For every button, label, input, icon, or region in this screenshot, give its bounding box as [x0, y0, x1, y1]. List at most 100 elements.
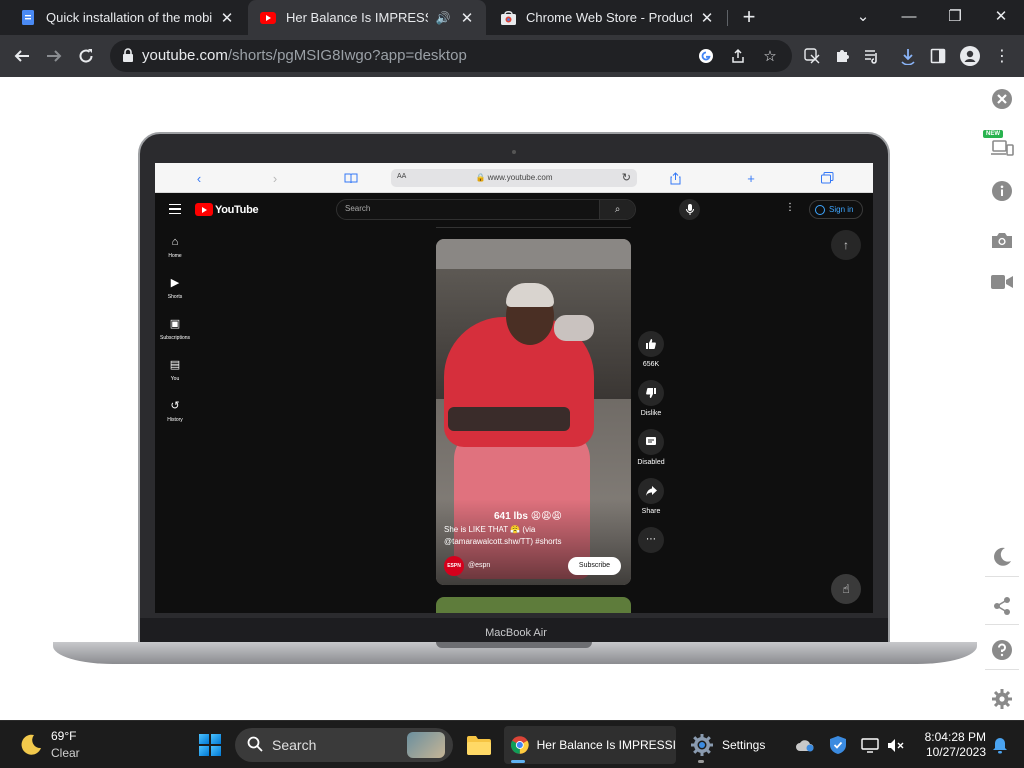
side-panel-icon[interactable]	[924, 42, 952, 70]
more-options-icon[interactable]: ⋮	[785, 202, 795, 213]
chrome-menu-icon[interactable]: ⋮	[988, 42, 1016, 70]
more-actions-button[interactable]: ⋯	[633, 527, 669, 553]
close-window-button[interactable]: ✕	[978, 0, 1024, 32]
weather-condition[interactable]: Clear	[51, 746, 80, 760]
forward-button[interactable]	[40, 42, 68, 70]
share-button[interactable]: Share	[633, 478, 669, 515]
tab-close-icon[interactable]: ✕	[458, 9, 476, 27]
minimize-button[interactable]: —	[886, 0, 932, 32]
settings-icon[interactable]	[990, 687, 1014, 711]
share-page-icon[interactable]	[728, 46, 748, 66]
sidebar-item-you[interactable]: ▤ You	[155, 350, 195, 391]
taskbar-search-box[interactable]: Search	[235, 728, 453, 762]
taskbar-chrome-app[interactable]: Her Balance Is IMPRESSI	[504, 726, 676, 764]
safari-share-icon[interactable]	[667, 170, 683, 186]
chrome-app-label: Her Balance Is IMPRESSI	[536, 738, 676, 752]
safari-reload-icon[interactable]: ↻	[622, 171, 631, 184]
like-count: 656K	[642, 361, 660, 368]
tab-quick-installation[interactable]: Quick installation of the mobile ✕	[8, 0, 246, 35]
weather-temperature[interactable]: 69°F	[51, 729, 76, 743]
google-lens-icon[interactable]	[696, 46, 716, 66]
notification-bell-icon[interactable]	[990, 735, 1010, 755]
audio-playing-icon[interactable]: 🔊	[434, 11, 452, 25]
address-bar[interactable]: youtube.com/shorts/pgMSIG8Iwgo?app=deskt…	[110, 40, 792, 72]
youtube-play-icon	[195, 203, 213, 216]
like-button[interactable]: 656K	[633, 331, 669, 368]
like-icon[interactable]	[638, 331, 664, 357]
safari-new-tab-icon[interactable]: +	[743, 170, 759, 186]
panel-divider	[985, 576, 1019, 577]
sidebar-label: Subscriptions	[159, 335, 190, 341]
sign-in-button[interactable]: Sign in	[809, 200, 863, 219]
more-icon[interactable]: ⋯	[638, 527, 664, 553]
dislike-button[interactable]: Dislike	[633, 380, 669, 417]
short-video-player[interactable]: ROGUE 641 lbs 😩😩😩 She is LIKE THAT 😤 (vi…	[436, 239, 631, 585]
profile-icon[interactable]	[956, 42, 984, 70]
sidebar-item-home[interactable]: ⌂ Home	[155, 227, 195, 268]
media-queue-icon[interactable]	[858, 42, 886, 70]
system-clock[interactable]: 8:04:28 PM 10/27/2023	[916, 730, 986, 760]
back-button[interactable]	[8, 42, 36, 70]
previous-short-arrow-up-icon[interactable]: ↑	[831, 230, 861, 260]
video-icon[interactable]	[990, 270, 1014, 294]
dark-mode-icon[interactable]	[990, 545, 1014, 569]
lock-icon[interactable]	[122, 48, 136, 64]
info-icon[interactable]	[990, 179, 1014, 203]
youtube-sidebar: ⌂ Home ▶ Shorts ▣ Subscriptions ▤ You ↺	[155, 227, 195, 432]
safari-domain: 🔒 www.youtube.com	[475, 173, 553, 182]
bookmark-star-icon[interactable]: ☆	[760, 46, 780, 66]
close-icon[interactable]	[990, 87, 1014, 111]
youtube-logo[interactable]: YouTube	[195, 203, 259, 216]
safari-address-bar[interactable]: AA 🔒 www.youtube.com ↻	[391, 169, 637, 187]
tab-her-balance[interactable]: Her Balance Is IMPRESSIVE! 🔊 ✕	[248, 0, 486, 35]
file-explorer-button[interactable]	[462, 726, 496, 764]
search-icon[interactable]: ⌕	[599, 200, 635, 219]
sidebar-item-subscriptions[interactable]: ▣ Subscriptions	[155, 309, 195, 350]
channel-avatar[interactable]: ESPN	[444, 556, 464, 576]
safari-back-icon[interactable]: ‹	[191, 170, 207, 186]
devices-icon[interactable]	[990, 136, 1014, 160]
security-shield-icon[interactable]	[828, 735, 848, 755]
weather-moon-icon[interactable]	[20, 733, 42, 755]
microphone-icon[interactable]	[679, 199, 700, 220]
laptop-hinge-notch	[436, 642, 592, 648]
windows-start-icon[interactable]	[199, 734, 221, 756]
share-icon[interactable]	[990, 594, 1014, 618]
sidebar-item-shorts[interactable]: ▶ Shorts	[155, 268, 195, 309]
display-icon[interactable]	[860, 735, 880, 755]
camera-icon[interactable]	[990, 228, 1014, 252]
extension-translate-icon[interactable]	[798, 42, 826, 70]
next-short-button[interactable]: ☝	[831, 574, 861, 604]
share-icon[interactable]	[638, 478, 664, 504]
channel-name[interactable]: @espn	[468, 562, 490, 569]
sidebar-item-history[interactable]: ↺ History	[155, 391, 195, 432]
help-icon[interactable]	[990, 638, 1014, 662]
safari-forward-icon[interactable]: ›	[267, 170, 283, 186]
tab-chrome-web-store[interactable]: Chrome Web Store - Productivity ✕	[488, 0, 726, 35]
volume-muted-icon[interactable]	[886, 735, 906, 755]
restore-button[interactable]: ❐	[932, 0, 978, 32]
new-tab-button[interactable]: +	[736, 4, 762, 30]
onedrive-icon[interactable]	[795, 735, 815, 755]
taskbar-settings-app[interactable]: Settings	[688, 726, 778, 764]
short-caption[interactable]: She is LIKE THAT 😤 (via @tamarawalcott.s…	[444, 524, 614, 548]
tab-close-icon[interactable]: ✕	[698, 9, 716, 27]
subscribe-button[interactable]: Subscribe	[568, 557, 621, 575]
youtube-search-input[interactable]: Search ⌕	[336, 199, 636, 220]
safari-tabs-icon[interactable]	[819, 170, 835, 186]
comments-icon[interactable]	[638, 429, 664, 455]
laptop-frame: ‹ › AA 🔒 www.youtube.com ↻ + YouTube Sea…	[138, 132, 890, 642]
tab-close-icon[interactable]: ✕	[218, 9, 236, 27]
docs-icon	[20, 10, 36, 26]
comments-button[interactable]: Disabled	[633, 429, 669, 466]
hamburger-menu-icon[interactable]	[169, 204, 181, 214]
reload-button[interactable]	[72, 42, 100, 70]
tab-search-chevron-down-icon[interactable]: ⌄	[840, 0, 886, 32]
extensions-puzzle-icon[interactable]	[828, 42, 856, 70]
url-text[interactable]: youtube.com/shorts/pgMSIG8Iwgo?app=deskt…	[142, 47, 467, 64]
download-icon[interactable]	[894, 42, 922, 70]
dislike-icon[interactable]	[638, 380, 664, 406]
video-background	[436, 239, 631, 269]
safari-bookmarks-icon[interactable]	[343, 170, 359, 186]
next-short-preview[interactable]	[436, 597, 631, 613]
